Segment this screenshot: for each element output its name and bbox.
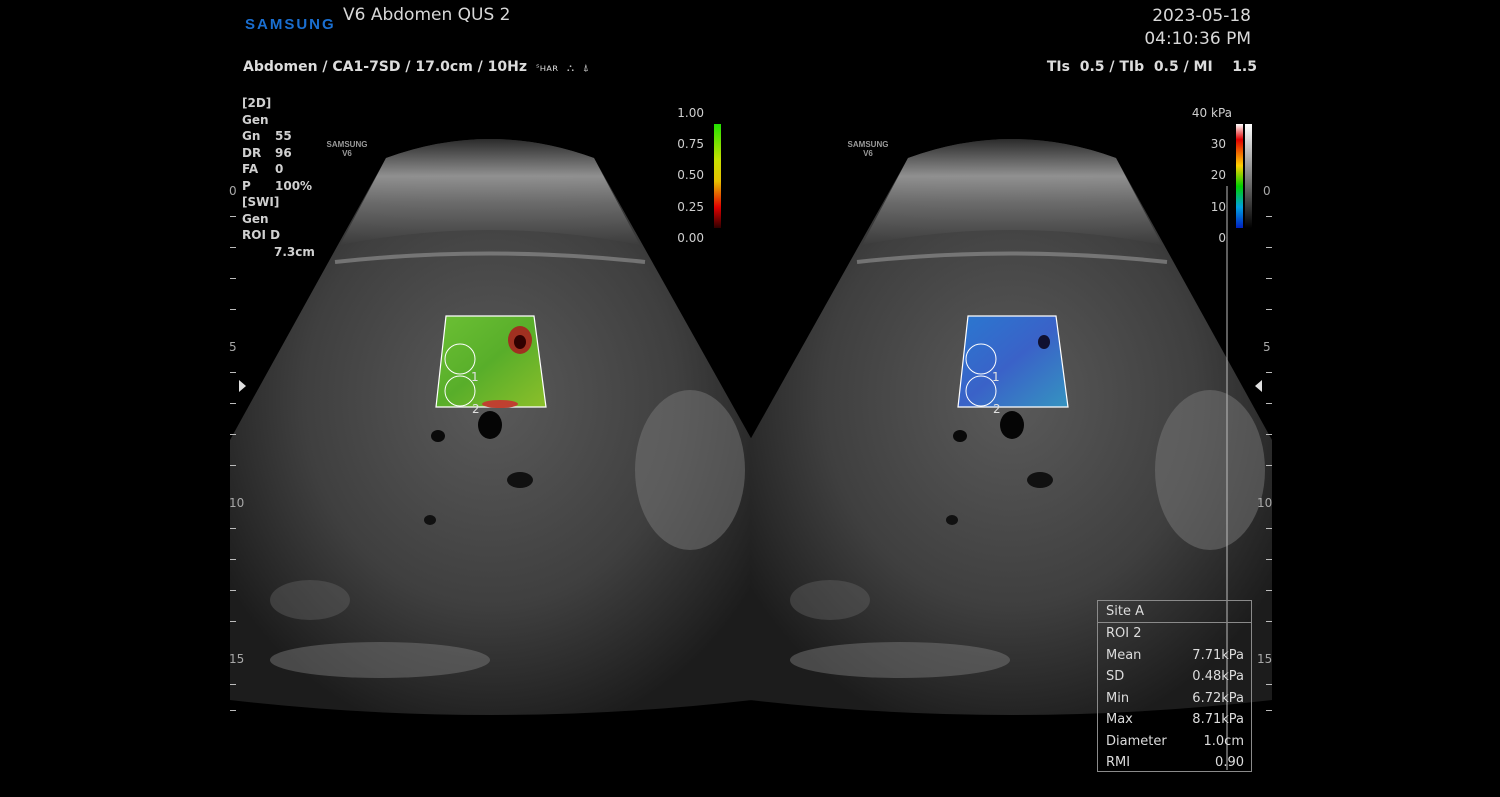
depth-label-15: 15 bbox=[229, 652, 245, 666]
depth-tick bbox=[230, 309, 236, 310]
stat-value: 1.0cm bbox=[1203, 733, 1245, 749]
left-attenuation-map bbox=[435, 315, 547, 408]
roi-label-1-left: 1 bbox=[471, 370, 479, 384]
depth-tick bbox=[1266, 590, 1272, 591]
scale-label: 0.00 bbox=[677, 231, 704, 245]
depth-tick bbox=[230, 278, 236, 279]
scale-label: 0.50 bbox=[677, 168, 704, 182]
scale-label: 40 kPa bbox=[1191, 106, 1232, 120]
mini-logo-right: SAMSUNG V6 bbox=[841, 140, 895, 158]
depth-tick bbox=[230, 247, 236, 248]
depth-tick bbox=[1266, 710, 1272, 711]
roi-label-2-right: 2 bbox=[993, 402, 1001, 416]
stat-value: 7.71kPa bbox=[1192, 647, 1244, 663]
stat-row: Max 8.71kPa bbox=[1098, 709, 1251, 731]
depth-tick bbox=[1266, 465, 1272, 466]
depth-label-10: 10 bbox=[229, 496, 245, 510]
stat-label: RMI bbox=[1106, 755, 1131, 770]
depth-tick bbox=[230, 216, 236, 217]
stat-label: Diameter bbox=[1106, 733, 1167, 749]
depth-tick bbox=[1266, 559, 1272, 560]
mini-logo-brand: SAMSUNG bbox=[326, 140, 368, 149]
focus-marker-left bbox=[239, 380, 246, 392]
scale-label: 10 bbox=[1210, 200, 1226, 214]
scale-label: 0.75 bbox=[677, 137, 704, 151]
mini-logo-brand: SAMSUNG bbox=[847, 140, 889, 149]
scale-label: 30 bbox=[1210, 137, 1226, 151]
depth-tick bbox=[1266, 247, 1272, 248]
depth-tick bbox=[230, 559, 236, 560]
stat-row: SD 0.48kPa bbox=[1098, 666, 1251, 688]
depth-tick bbox=[230, 372, 236, 373]
roi-label-1-right: 1 bbox=[992, 370, 1000, 384]
stat-value: 6.72kPa bbox=[1192, 690, 1244, 706]
depth-tick bbox=[230, 621, 236, 622]
mini-logo-left: SAMSUNG V6 bbox=[320, 140, 374, 158]
roi-name: ROI 2 bbox=[1106, 626, 1142, 641]
focus-marker-right bbox=[1255, 380, 1262, 392]
stat-row: Diameter 1.0cm bbox=[1098, 731, 1251, 753]
depth-label-5: 5 bbox=[1263, 340, 1271, 354]
attenuation-color-bar bbox=[714, 124, 721, 228]
site-label: Site A bbox=[1098, 601, 1251, 623]
depth-label-15: 15 bbox=[1257, 652, 1273, 666]
left-ultrasound-sector bbox=[230, 139, 752, 715]
stat-value: 0.48kPa bbox=[1192, 669, 1244, 684]
stat-row: Mean 7.71kPa bbox=[1098, 645, 1251, 667]
depth-tick bbox=[1266, 403, 1272, 404]
roi-label: ROI 2 bbox=[1098, 623, 1251, 645]
stat-label: Mean bbox=[1106, 647, 1142, 663]
roi-label-2-left: 2 bbox=[472, 402, 480, 416]
scale-label: 1.00 bbox=[677, 106, 704, 120]
stat-value: 0.90 bbox=[1215, 755, 1244, 770]
elasticity-color-bar bbox=[1236, 124, 1243, 228]
depth-tick bbox=[230, 465, 236, 466]
depth-label-5: 5 bbox=[229, 340, 237, 354]
ultrasound-images bbox=[230, 124, 1272, 770]
depth-label-0: 0 bbox=[229, 184, 237, 198]
stat-label: SD bbox=[1106, 669, 1125, 684]
depth-tick bbox=[230, 434, 236, 435]
mini-logo-model: V6 bbox=[863, 149, 873, 158]
stat-value: 8.71kPa bbox=[1192, 712, 1244, 727]
depth-tick bbox=[230, 710, 236, 711]
depth-tick bbox=[1266, 528, 1272, 529]
depth-tick bbox=[1266, 309, 1272, 310]
scale-label: 0 bbox=[1218, 231, 1226, 245]
depth-tick bbox=[230, 590, 236, 591]
depth-tick bbox=[1266, 216, 1272, 217]
depth-tick bbox=[230, 684, 236, 685]
scale-label: 0.25 bbox=[677, 200, 704, 214]
depth-tick bbox=[1266, 684, 1272, 685]
measurement-results: Site A ROI 2 Mean 7.71kPa SD 0.48kPa Min 6.… bbox=[1097, 600, 1252, 772]
stat-row: Min 6.72kPa bbox=[1098, 688, 1251, 710]
mini-logo-model: V6 bbox=[342, 149, 352, 158]
stat-row: RMI 0.90 bbox=[1098, 752, 1251, 774]
scale-label: 20 bbox=[1210, 168, 1226, 182]
depth-tick bbox=[230, 403, 236, 404]
depth-label-0: 0 bbox=[1263, 184, 1271, 198]
grayscale-bar bbox=[1245, 124, 1252, 228]
depth-tick bbox=[1266, 621, 1272, 622]
depth-tick bbox=[1266, 372, 1272, 373]
right-elasticity-map bbox=[957, 315, 1069, 408]
depth-tick bbox=[230, 528, 236, 529]
depth-tick bbox=[1266, 278, 1272, 279]
depth-tick bbox=[1266, 434, 1272, 435]
stat-label: Min bbox=[1106, 690, 1130, 706]
stat-label: Max bbox=[1106, 712, 1133, 727]
depth-label-10: 10 bbox=[1257, 496, 1273, 510]
